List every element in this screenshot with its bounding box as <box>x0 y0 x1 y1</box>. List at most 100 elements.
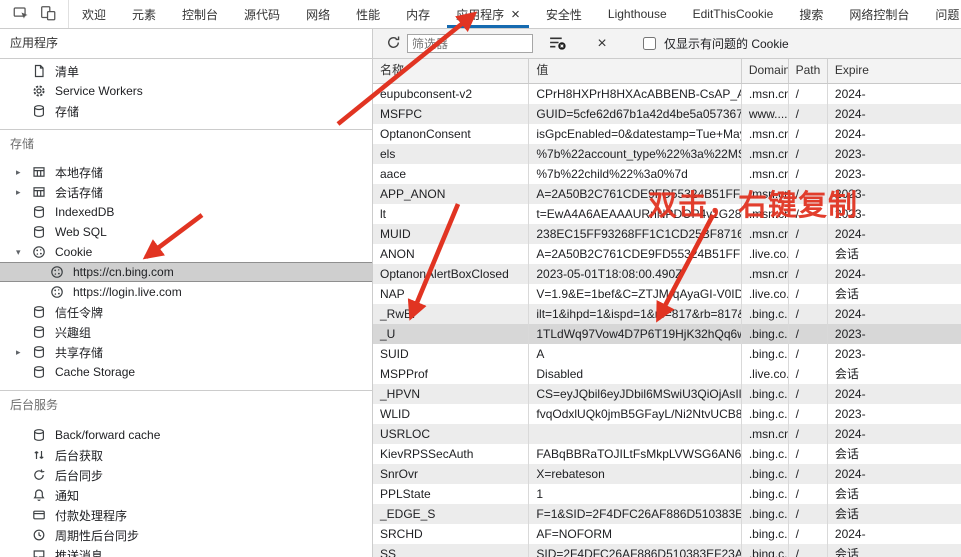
column-header-domain[interactable]: Domain <box>742 59 789 83</box>
cookie-domain-cell[interactable]: .msn.cn <box>742 224 789 244</box>
cookie-name-cell[interactable]: NAP <box>373 284 530 304</box>
chevron-right-icon[interactable]: ▸ <box>16 347 32 358</box>
cookie-name-cell[interactable]: WLID <box>373 404 530 424</box>
cookie-path-cell[interactable]: / <box>789 464 828 484</box>
clear-filter-button[interactable] <box>545 32 569 56</box>
sidebar-item-cache-storage[interactable]: Cache Storage <box>0 362 372 382</box>
cookie-name-cell[interactable]: OptanonConsent <box>373 124 530 144</box>
cookie-expires-cell[interactable]: 2024- <box>828 424 961 444</box>
sidebar-item-service-workers[interactable]: Service Workers <box>0 81 372 101</box>
cookie-path-cell[interactable]: / <box>789 524 828 544</box>
close-tab-icon[interactable]: × <box>511 7 520 22</box>
sidebar-item-manifest[interactable]: 清单 <box>0 61 372 81</box>
cookie-path-cell[interactable]: / <box>789 424 828 444</box>
cookie-name-cell[interactable]: _HPVN <box>373 384 530 404</box>
cookie-row[interactable]: SUIDA.bing.c.../2023- <box>373 344 961 364</box>
cookie-path-cell[interactable]: / <box>789 404 828 424</box>
device-toolbar-button[interactable] <box>34 2 61 26</box>
cookie-row[interactable]: OptanonAlertBoxClosed 2023-05-01T18:08:00… <box>373 264 961 284</box>
tab-network[interactable]: 网络 <box>293 0 343 28</box>
tab-application[interactable]: 应用程序 × <box>443 0 533 28</box>
tab-elements[interactable]: 元素 <box>119 0 169 28</box>
only-problem-cookies-checkbox[interactable] <box>643 37 656 50</box>
refresh-button[interactable] <box>381 32 405 56</box>
cookie-domain-cell[interactable]: .live.co... <box>742 284 789 304</box>
cookie-domain-cell[interactable]: .bing.c... <box>742 484 789 504</box>
tab-memory[interactable]: 内存 <box>393 0 443 28</box>
cookie-expires-cell[interactable]: 2024- <box>828 464 961 484</box>
cookie-domain-cell[interactable]: .bing.c... <box>742 464 789 484</box>
cookie-domain-cell[interactable]: .msn.cn <box>742 164 789 184</box>
sidebar-item-shared-storage[interactable]: ▸ 共享存储 <box>0 342 372 362</box>
cookie-expires-cell[interactable]: 会话 <box>828 504 961 524</box>
cookie-domain-cell[interactable]: .bing.c... <box>742 324 789 344</box>
cookie-domain-cell[interactable]: .msn.cn <box>742 144 789 164</box>
sidebar-item-background-sync[interactable]: 后台同步 <box>0 465 372 485</box>
cookie-path-cell[interactable]: / <box>789 384 828 404</box>
cookie-expires-cell[interactable]: 会话 <box>828 284 961 304</box>
cookie-row[interactable]: SSSID=2F4DFC26AF886D510383EF23AEEE6C5C..… <box>373 544 961 557</box>
cookie-value-cell[interactable]: A <box>529 344 742 364</box>
delete-all-cookies-button[interactable]: × <box>593 32 611 56</box>
cookie-row[interactable]: eupubconsent-v2 CPrH8HXPrH8HXAcABBENB-CsA… <box>373 84 961 104</box>
cookie-value-cell[interactable]: Disabled <box>529 364 742 384</box>
chevron-right-icon[interactable]: ▸ <box>16 167 32 178</box>
cookie-value-cell[interactable]: A=2A50B2C761CDE9FD55324B51FFFFFFFF&E... <box>529 184 742 204</box>
cookie-value-cell[interactable]: %7b%22account_type%22%3a%22MSA%22%... <box>529 144 742 164</box>
cookie-expires-cell[interactable]: 2024- <box>828 524 961 544</box>
cookie-expires-cell[interactable]: 2024- <box>828 304 961 324</box>
cookie-domain-cell[interactable]: .msn.cn <box>742 184 789 204</box>
cookie-expires-cell[interactable]: 会话 <box>828 244 961 264</box>
tab-editthiscookie[interactable]: EditThisCookie <box>680 0 787 28</box>
cookie-domain-cell[interactable]: .bing.c... <box>742 524 789 544</box>
cookie-name-cell[interactable]: aace <box>373 164 530 184</box>
cookie-value-cell[interactable]: SID=2F4DFC26AF886D510383EF23AEEE6C5C... <box>529 544 742 557</box>
cookie-name-cell[interactable]: els <box>373 144 530 164</box>
cookie-domain-cell[interactable]: .msn.cn <box>742 124 789 144</box>
cookie-path-cell[interactable]: / <box>789 284 828 304</box>
cookie-expires-cell[interactable]: 会话 <box>828 544 961 557</box>
cookie-domain-cell[interactable]: .msn.cn <box>742 264 789 284</box>
cookie-domain-cell[interactable]: .live.co... <box>742 244 789 264</box>
chevron-right-icon[interactable]: ▸ <box>16 187 32 198</box>
cookie-row[interactable]: WLIDfvqOdxlUQk0jmB5GFayL/Ni2NtvUCB8tLafB… <box>373 404 961 424</box>
cookie-row[interactable]: NAPV=1.9&E=1bef&C=ZTJMrqAyaGI-V0IDpCmN..… <box>373 284 961 304</box>
cookie-value-cell[interactable]: fvqOdxlUQk0jmB5GFayL/Ni2NtvUCB8tLafBga..… <box>529 404 742 424</box>
cookie-row[interactable]: SnrOvrX=rebateson.bing.c.../2024- <box>373 464 961 484</box>
cookie-domain-cell[interactable]: .bing.c... <box>742 344 789 364</box>
cookie-path-cell[interactable]: / <box>789 144 828 164</box>
cookie-path-cell[interactable]: / <box>789 264 828 284</box>
cookie-name-cell[interactable]: APP_ANON <box>373 184 530 204</box>
cookie-expires-cell[interactable]: 会话 <box>828 364 961 384</box>
cookie-row[interactable]: SRCHDAF=NOFORM.bing.c.../2024- <box>373 524 961 544</box>
tab-search[interactable]: 搜索 <box>786 0 836 28</box>
cookie-filter-input[interactable] <box>407 34 533 53</box>
cookie-expires-cell[interactable]: 2023- <box>828 324 961 344</box>
cookie-domain-cell[interactable]: .bing.c... <box>742 444 789 464</box>
cookie-value-cell[interactable]: 2023-05-01T18:08:00.490Z <box>529 264 742 284</box>
cookie-value-cell[interactable]: 238EC15FF93268FF1C1CD25BF871696F <box>529 224 742 244</box>
cookie-value-cell[interactable]: X=rebateson <box>529 464 742 484</box>
sidebar-item-cookies[interactable]: ▾ Cookie <box>0 242 372 262</box>
tab-security[interactable]: 安全性 <box>533 0 595 28</box>
cookie-path-cell[interactable]: / <box>789 484 828 504</box>
cookie-domain-cell[interactable]: .msn.cn <box>742 204 789 224</box>
column-header-name[interactable]: 名称 <box>373 59 530 83</box>
sidebar-item-trust-tokens[interactable]: 信任令牌 <box>0 302 372 322</box>
column-header-value[interactable]: 值 <box>529 59 742 83</box>
tab-performance[interactable]: 性能 <box>343 0 393 28</box>
cookie-name-cell[interactable]: SS <box>373 544 530 557</box>
cookie-value-cell[interactable] <box>529 424 742 444</box>
cookie-path-cell[interactable]: / <box>789 104 828 124</box>
cookie-expires-cell[interactable]: 会话 <box>828 444 961 464</box>
cookie-expires-cell[interactable]: 2024- <box>828 384 961 404</box>
sidebar-item-web-sql[interactable]: Web SQL <box>0 222 372 242</box>
cookie-row[interactable]: aace %7b%22child%22%3a0%7d .msn.cn/2023- <box>373 164 961 184</box>
cookie-row[interactable]: els%7b%22account_type%22%3a%22MSA%22%...… <box>373 144 961 164</box>
sidebar-item-local-storage[interactable]: ▸ 本地存储 <box>0 162 372 182</box>
cookie-path-cell[interactable]: / <box>789 124 828 144</box>
cookie-row[interactable]: _HPVNCS=eyJQbil6eyJDbil6MSwiU3QiOjAsIlFz… <box>373 384 961 404</box>
cookie-row[interactable]: _U1TLdWq97Vow4D7P6T19HjK32hQq6wYrKqEn...… <box>373 324 961 344</box>
cookie-name-cell[interactable]: MUID <box>373 224 530 244</box>
sidebar-item-interest-groups[interactable]: 兴趣组 <box>0 322 372 342</box>
